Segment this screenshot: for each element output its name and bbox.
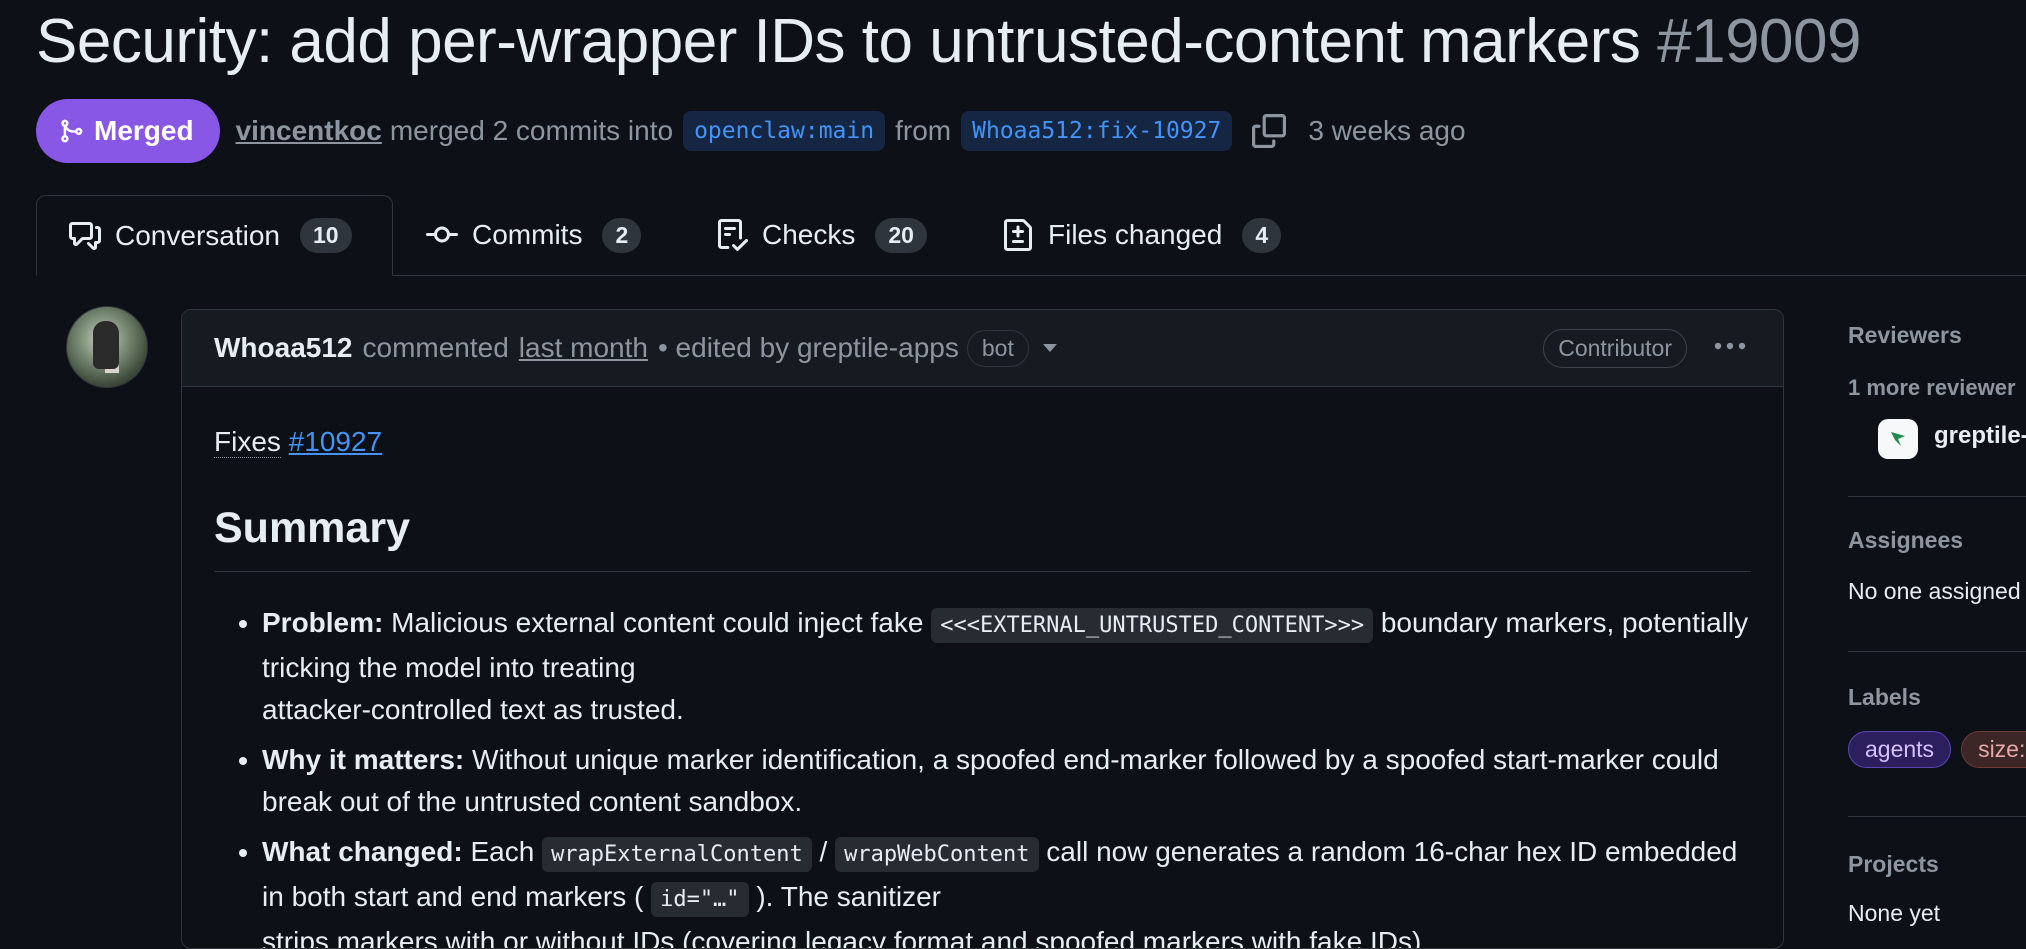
point-text: Each <box>462 836 543 867</box>
assignees-section: Assignees No one assigned <box>1848 497 2026 652</box>
from-text: from <box>895 115 952 146</box>
point-label: Problem: <box>262 607 384 638</box>
git-commit-icon <box>426 226 458 243</box>
tab-commits-label: Commits <box>472 219 583 250</box>
contributor-badge: Contributor <box>1543 329 1687 368</box>
more-reviewers: 1 more reviewer <box>1848 375 2016 400</box>
git-merge-icon <box>61 119 83 143</box>
pr-title: Security: add per-wrapper IDs to untrust… <box>36 6 1861 77</box>
inline-code: id="…" <box>651 882 749 917</box>
issue-link[interactable]: #10927 <box>289 426 382 457</box>
tab-conversation-count: 10 <box>299 218 352 253</box>
comment-discussion-icon <box>69 221 101 250</box>
tab-checks-label: Checks <box>762 219 856 250</box>
tab-checks[interactable]: Checks 20 <box>716 195 927 275</box>
tab-checks-count: 20 <box>875 217 927 253</box>
list-item: Problem: Malicious external content coul… <box>262 602 1751 731</box>
pr-sidebar: Reviewers 1 more reviewer greptile-apps … <box>1848 300 2026 927</box>
point-text: ). The sanitizer <box>748 881 942 912</box>
projects-heading[interactable]: Projects <box>1848 817 2026 878</box>
reviewer-name: greptile-apps <box>1934 422 2026 450</box>
projects-value: None yet <box>1848 900 1941 926</box>
list-item: What changed: Each wrapExternalContent /… <box>262 831 1751 949</box>
point-text: attacker-controlled text as trusted. <box>262 694 684 725</box>
labels-heading[interactable]: Labels <box>1848 652 2026 711</box>
copy-icon[interactable] <box>1252 114 1287 148</box>
comment-author[interactable]: Whoaa512 <box>214 332 353 364</box>
point-text: Without unique marker identification, a … <box>262 744 1719 817</box>
label-size[interactable]: size: M <box>1961 731 2026 768</box>
point-text: / <box>811 836 836 867</box>
point-label: Why it matters: <box>262 744 465 775</box>
fixes-line: Fixes #10927 <box>214 421 1751 463</box>
file-diff-icon <box>1004 219 1032 251</box>
tab-files-changed-label: Files changed <box>1048 219 1223 250</box>
inline-code: <<<EXTERNAL_UNTRUSTED_CONTENT>>> <box>931 608 1374 643</box>
merged-by-link[interactable]: vincentkoc <box>236 115 382 147</box>
label-agents[interactable]: agents <box>1848 731 1952 768</box>
list-item: Why it matters: Without unique marker id… <box>262 739 1751 823</box>
reviewers-heading[interactable]: Reviewers <box>1848 300 2026 349</box>
tab-files-changed-count: 4 <box>1242 217 1282 253</box>
reviewer-item[interactable]: greptile-apps <box>1848 419 2026 459</box>
pr-tabs: Conversation 10 Commits 2 Checks 20 File… <box>36 195 2026 276</box>
point-text: strips markers with or without IDs (cove… <box>262 926 1430 949</box>
bot-badge: bot <box>966 329 1029 367</box>
assignees-heading[interactable]: Assignees <box>1848 497 2026 554</box>
comment-box: Whoaa512 commented last month • edited b… <box>181 309 1784 949</box>
comment-action: commented <box>362 332 509 363</box>
projects-section: Projects None yet <box>1848 817 2026 927</box>
inline-code: wrapWebContent <box>835 837 1039 872</box>
tab-commits[interactable]: Commits 2 <box>426 195 642 275</box>
reviewers-section: Reviewers 1 more reviewer greptile-apps <box>1848 300 2026 497</box>
tab-conversation-label: Conversation <box>115 219 280 251</box>
greptile-icon <box>1878 419 1918 459</box>
point-text: Malicious external content could inject … <box>383 607 932 638</box>
pr-title-text: Security: add per-wrapper IDs to untrust… <box>36 7 1641 76</box>
merged-time: 3 weeks ago <box>1308 115 1466 146</box>
edited-by[interactable]: • edited by greptile-apps <box>658 332 959 364</box>
tab-conversation[interactable]: Conversation 10 <box>36 195 393 276</box>
inline-code: wrapExternalContent <box>542 837 812 872</box>
labels-section: Labels agentssize: M <box>1848 652 2026 817</box>
pr-number: #19009 <box>1657 7 1861 76</box>
comment-body: Fixes #10927 Summary Problem: Malicious … <box>182 421 1783 949</box>
chevron-down-icon[interactable] <box>1042 344 1057 352</box>
comment-time[interactable]: last month <box>519 332 648 364</box>
summary-heading: Summary <box>214 499 1751 572</box>
merged-state-label: Merged <box>94 115 194 146</box>
merged-state-badge: Merged <box>36 99 220 163</box>
head-branch[interactable]: Whoaa512:fix-10927 <box>961 111 1233 151</box>
point-label: What changed: <box>262 836 463 867</box>
assignees-value: No one assigned <box>1848 578 2021 604</box>
comment-header: Whoaa512 commented last month • edited b… <box>182 310 1783 387</box>
labels-list: agentssize: M <box>1848 731 2026 768</box>
fixes-label: Fixes <box>214 426 281 458</box>
kebab-horizontal-icon[interactable] <box>1713 336 1747 356</box>
merged-text: merged 2 commits into <box>389 115 674 146</box>
avatar[interactable] <box>66 306 148 388</box>
tab-commits-count: 2 <box>602 217 642 253</box>
base-branch[interactable]: openclaw:main <box>683 111 886 151</box>
checklist-icon <box>718 219 748 251</box>
tab-files-changed[interactable]: Files changed 4 <box>1002 195 1282 275</box>
pr-meta: Merged vincentkoc merged 2 commits into … <box>36 99 1466 163</box>
summary-list: Problem: Malicious external content coul… <box>214 602 1751 949</box>
